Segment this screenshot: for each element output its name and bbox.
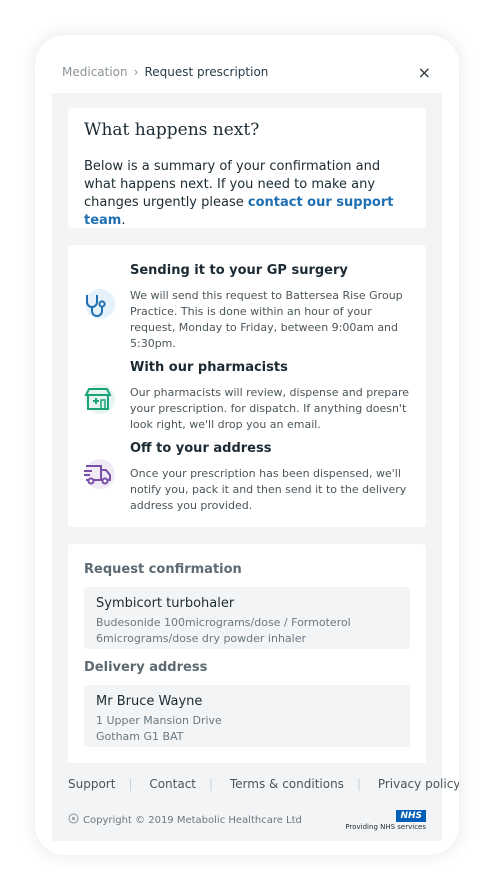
prescription-item: Symbicort turbohaler Budesonide 100micro…: [84, 587, 410, 649]
footer-link-support[interactable]: Support: [68, 777, 115, 791]
summary-text: Below is a summary of your confirmation …: [84, 158, 414, 230]
nhs-logo: NHS: [396, 810, 426, 822]
item-detail: Budesonide 100micrograms/dose / Formoter…: [96, 616, 351, 645]
recipient-name: Mr Bruce Wayne: [96, 694, 203, 709]
request-confirmation-heading: Request confirmation: [84, 562, 242, 577]
header: Medication › Request prescription ×: [35, 35, 459, 93]
content-area: What happens next? Below is a summary of…: [52, 93, 442, 763]
stethoscope-icon: [81, 287, 115, 321]
step-title: With our pharmacists: [130, 360, 288, 375]
step-title: Sending it to your GP surgery: [130, 263, 348, 278]
breadcrumb-current: Request prescription: [144, 65, 269, 79]
app-window: Medication › Request prescription × What h…: [35, 35, 459, 855]
delivery-address-heading: Delivery address: [84, 660, 208, 675]
breadcrumb-parent[interactable]: Medication: [62, 65, 128, 79]
summary-card: What happens next? Below is a summary of…: [68, 108, 426, 228]
nhs-text: Providing NHS services: [345, 823, 426, 831]
footer-divider: |: [209, 777, 214, 791]
footer-link-privacy[interactable]: Privacy policy: [378, 777, 459, 791]
step-text: Our pharmacists will review, dispense an…: [130, 386, 410, 431]
item-name: Symbicort turbohaler: [96, 596, 235, 611]
summary-title: What happens next?: [84, 120, 260, 140]
summary-suffix: .: [121, 213, 126, 228]
copyright: Copyright © 2019 Metabolic Healthcare Lt…: [68, 813, 302, 826]
nhs-badge: NHS Providing NHS services: [345, 810, 426, 832]
delivery-van-icon: [81, 457, 115, 491]
footer-links: Support | Contact | Terms & conditions | Pr…: [68, 777, 459, 791]
footer-link-contact[interactable]: Contact: [149, 777, 196, 791]
close-icon[interactable]: ×: [418, 63, 431, 82]
step-title: Off to your address: [130, 441, 272, 456]
delivery-address-box: Mr Bruce Wayne 1 Upper Mansion Drive Goth…: [84, 685, 410, 747]
footer-divider: |: [128, 777, 133, 791]
breadcrumb: Medication › Request prescription: [62, 65, 268, 79]
metabolic-logo-icon: [68, 813, 79, 824]
steps-card: Sending it to your GP surgery We will se…: [68, 245, 426, 527]
footer-divider: |: [356, 777, 361, 791]
address-line-2: Gotham G1 BAT: [96, 730, 184, 743]
step-text: We will send this request to Battersea R…: [130, 289, 403, 350]
step-text: Once your prescription has been dispense…: [130, 467, 407, 512]
footer-link-terms[interactable]: Terms & conditions: [230, 777, 344, 791]
breadcrumb-separator: ›: [133, 65, 139, 79]
address-lines: 1 Upper Mansion Drive Gotham G1 BAT: [96, 713, 396, 745]
footer: Support | Contact | Terms & conditions | Pr…: [52, 763, 459, 841]
address-line-1: 1 Upper Mansion Drive: [96, 714, 222, 727]
copyright-text: Copyright © 2019 Metabolic Healthcare Lt…: [83, 815, 302, 826]
pharmacy-icon: [81, 382, 115, 416]
confirmation-card: Request confirmation Symbicort turbohale…: [68, 544, 426, 763]
